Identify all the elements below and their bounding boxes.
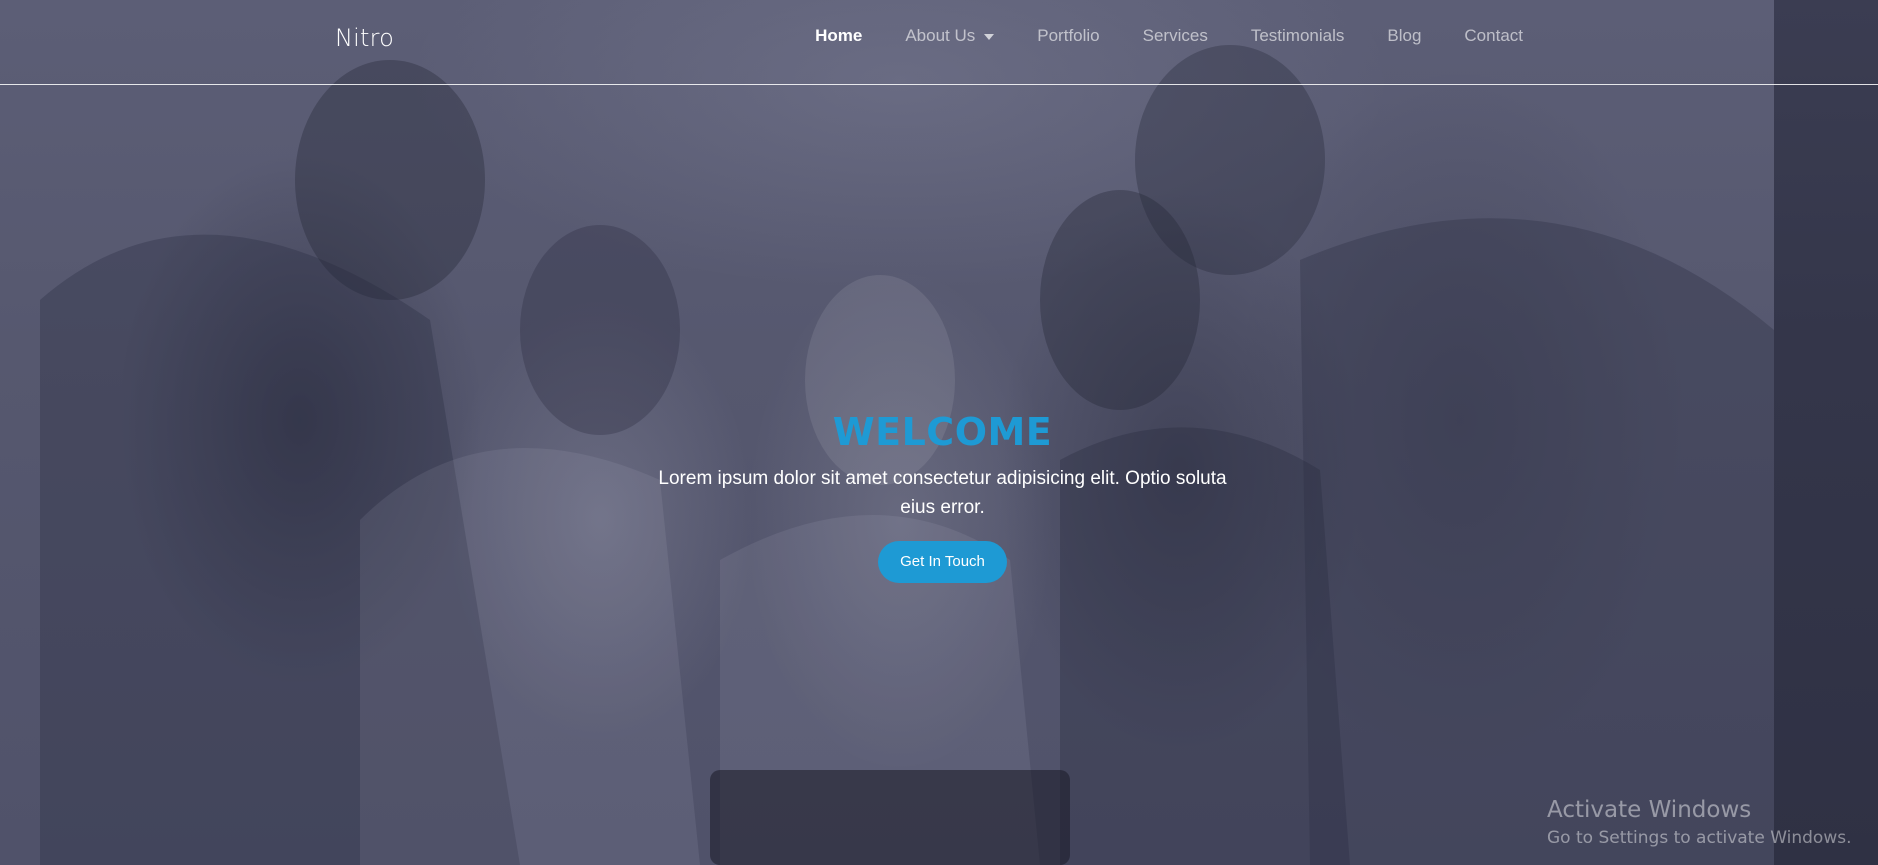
hero-content: WELCOME Lorem ipsum dolor sit amet conse… [0,410,1878,583]
navbar: Nitro Home About Us Portfolio Services T… [0,0,1878,85]
nav-item-label: Home [815,26,863,45]
nav-item-label: Blog [1387,26,1422,45]
nav-item-about-us[interactable]: About Us [905,26,995,46]
activate-windows-watermark: Activate Windows Go to Settings to activ… [1547,795,1852,851]
get-in-touch-button[interactable]: Get In Touch [878,541,1007,583]
nav-item-testimonials[interactable]: Testimonials [1251,26,1345,46]
nav-item-label: Contact [1464,26,1523,45]
nav-item-contact[interactable]: Contact [1464,26,1523,46]
watermark-title: Activate Windows [1547,797,1752,823]
nav-item-label: Testimonials [1250,26,1345,45]
nav-item-label: About Us [905,26,976,45]
hero-title: WELCOME [832,410,1053,454]
watermark-subtitle: Go to Settings to activate Windows. [1547,828,1852,848]
nav-item-services[interactable]: Services [1143,26,1208,46]
brand-logo[interactable]: Nitro [335,24,394,52]
page: Nitro Home About Us Portfolio Services T… [0,0,1878,865]
nav-item-label: Portfolio [1037,26,1100,45]
hero-text: Lorem ipsum dolor sit amet consectetur a… [658,468,1227,518]
nav-item-portfolio[interactable]: Portfolio [1037,26,1099,46]
nav-menu: Home About Us Portfolio Services Testimo… [772,26,1523,46]
nav-item-home[interactable]: Home [815,26,862,46]
nav-item-blog[interactable]: Blog [1387,26,1421,46]
chevron-down-icon [984,34,995,40]
nav-item-label: Services [1142,26,1208,45]
